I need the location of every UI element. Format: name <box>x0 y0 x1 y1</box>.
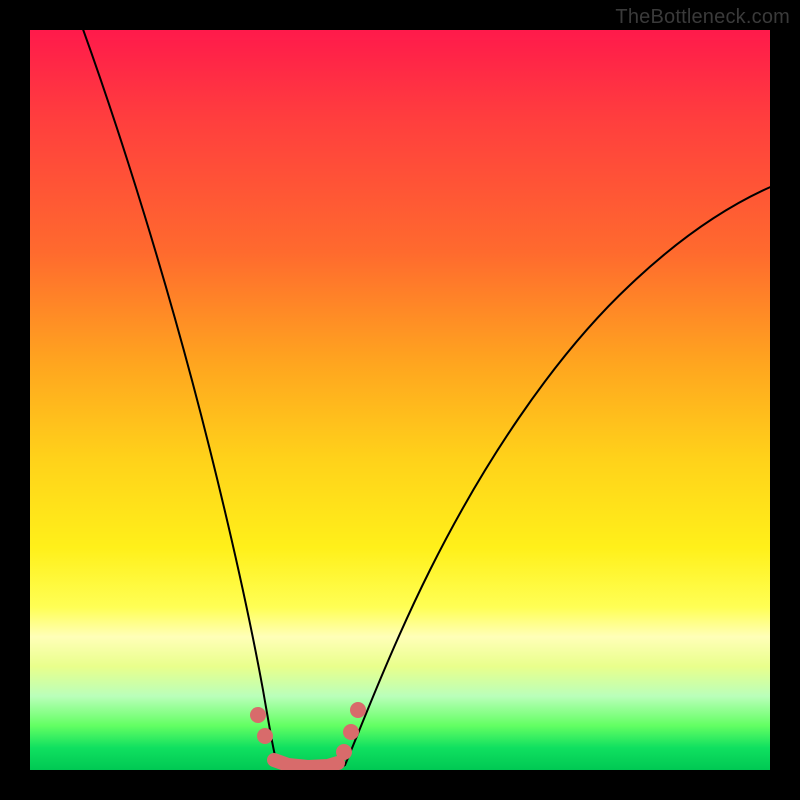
chart-svg <box>30 30 770 770</box>
right-curve <box>345 185 770 765</box>
outer-frame: TheBottleneck.com <box>0 0 800 800</box>
plot-area <box>30 30 770 770</box>
marker-dot <box>350 702 366 718</box>
marker-trough-segment <box>274 760 338 767</box>
attribution-label: TheBottleneck.com <box>615 6 790 29</box>
marker-dot <box>257 728 273 744</box>
marker-dot <box>250 707 266 723</box>
marker-dot <box>336 744 352 760</box>
left-curve <box>76 30 278 767</box>
marker-dot <box>343 724 359 740</box>
